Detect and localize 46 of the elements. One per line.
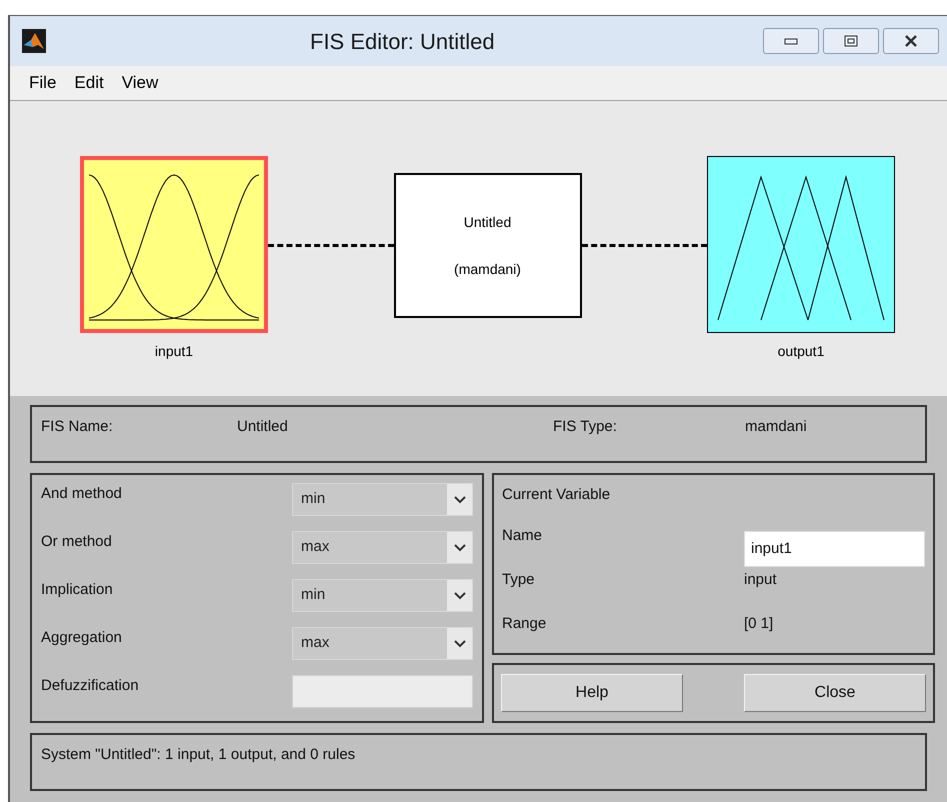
window-title: FIS Editor: Untitled [310, 28, 495, 56]
app-logo-icon [22, 29, 46, 53]
close-dialog-button[interactable]: Close [744, 674, 926, 712]
variable-label: input1 [154, 342, 194, 361]
fis-name-value: Untitled [237, 417, 289, 437]
menu-item[interactable]: File [24, 70, 62, 96]
output-variable-block[interactable] [707, 156, 895, 333]
chevron-down-icon [454, 496, 466, 504]
system-name: Untitled [464, 212, 512, 232]
method-label: Or method [41, 532, 113, 552]
maximize-button[interactable] [823, 28, 879, 54]
variable-name-label: Name [502, 526, 544, 546]
close-button[interactable] [883, 28, 939, 54]
minimize-button[interactable] [763, 28, 819, 54]
method-label: And method [41, 484, 123, 504]
chevron-down-icon [454, 592, 466, 600]
method-dropdown[interactable]: min [292, 579, 473, 612]
variable-name-field[interactable]: input1 [744, 530, 925, 566]
restore-icon [844, 35, 858, 47]
current-variable-title: Current Variable [502, 485, 612, 505]
variable-label: output1 [778, 342, 824, 361]
variable-type-value: input [744, 570, 777, 590]
chevron-down-icon [454, 544, 466, 552]
method-label: Implication [41, 580, 114, 600]
variable-type-label: Type [502, 570, 536, 590]
fis-type-value: mamdani [745, 417, 807, 437]
method-dropdown[interactable]: max [292, 531, 473, 564]
status-message: System "Untitled": 1 input, 1 output, and 0 rules [41, 746, 356, 763]
variable-range-value: [0 1] [744, 614, 774, 634]
chevron-down-icon [454, 640, 466, 648]
variable-range-label: Range [502, 614, 548, 634]
menu-item[interactable]: Edit [69, 70, 109, 96]
method-dropdown[interactable]: max [292, 627, 473, 660]
fis-type-label: FIS Type: [553, 417, 618, 437]
defuzzification-field[interactable] [292, 675, 473, 708]
system-block[interactable]: Untitled (mamdani) [394, 173, 582, 318]
menu-item[interactable]: View [116, 70, 164, 96]
method-label: Aggregation [41, 628, 123, 648]
close-icon [904, 35, 918, 47]
help-button[interactable]: Help [501, 674, 683, 712]
minimize-icon [784, 37, 798, 45]
input-variable-block[interactable] [80, 156, 268, 333]
system-type: (mamdani) [454, 260, 521, 279]
method-label: Defuzzification [41, 676, 140, 696]
method-dropdown[interactable]: min [292, 483, 473, 516]
fis-name-label: FIS Name: [41, 417, 114, 437]
